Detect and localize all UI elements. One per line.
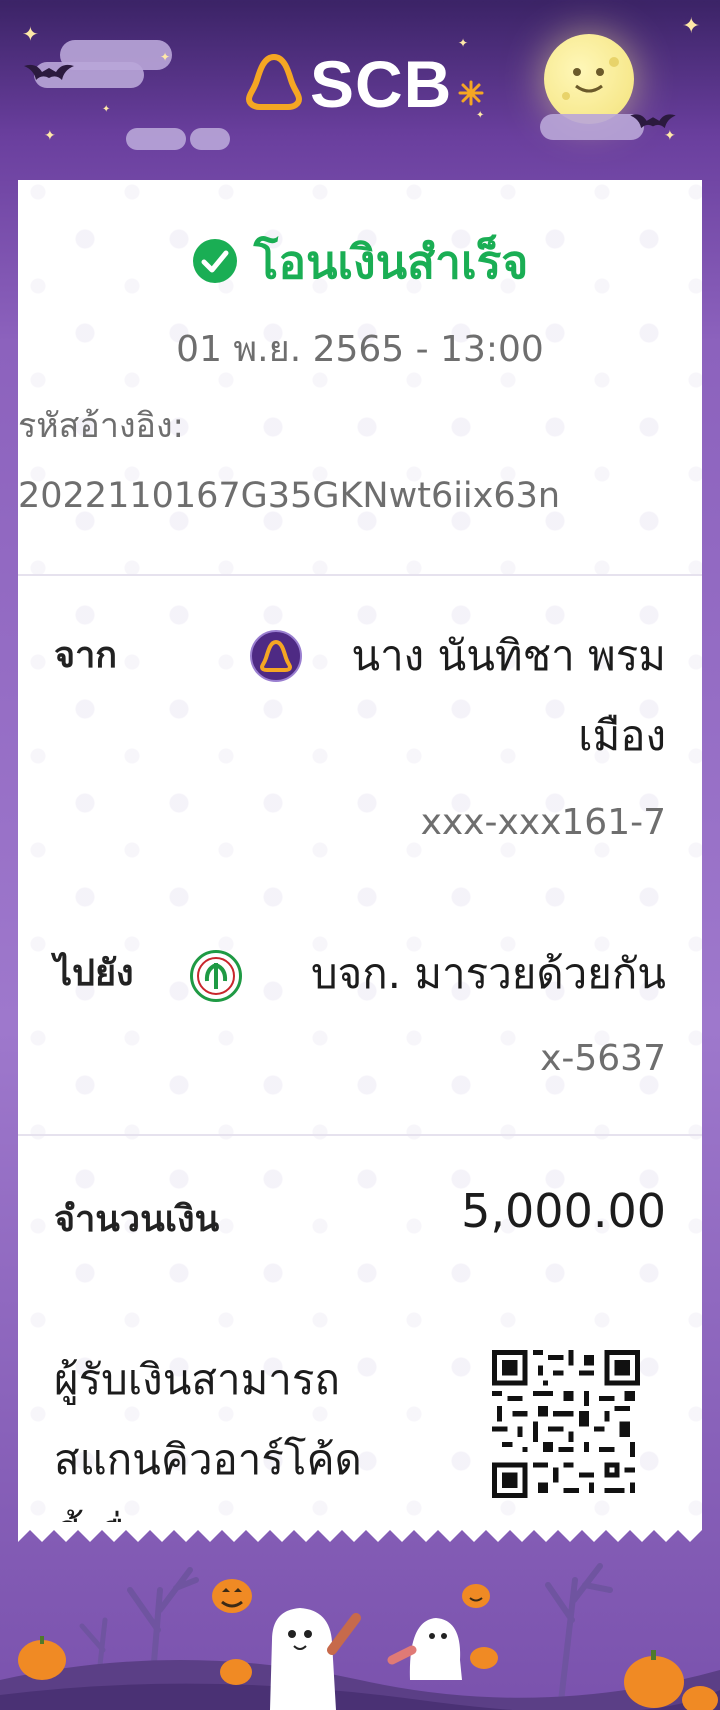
divider <box>18 1134 702 1136</box>
scb-logo-icon <box>245 53 303 114</box>
divider <box>18 574 702 576</box>
status-text: โอนเงินสำเร็จ <box>253 235 529 289</box>
receipt-card: โอนเงินสำเร็จ 01 พ.ย. 2565 - 13:00 รหัสอ… <box>18 180 702 1530</box>
star-icon: ✦ <box>664 128 676 144</box>
pumpkin-icon <box>624 1650 684 1708</box>
halloween-illustration <box>0 1563 720 1710</box>
cloud-icon <box>190 128 230 150</box>
recipient: บจก. มารวยด้วยกัน <box>311 934 666 1014</box>
scb-logo: SCB <box>245 46 484 122</box>
header-banner: ✦ ✦ ✦ ✦ ✦ ✦ ✦ ✦ SCB <box>0 0 720 180</box>
sender: นาง นันทิชา พรม เมือง <box>351 616 666 776</box>
to-label: ไปยัง <box>54 953 134 994</box>
pumpkin-icon <box>220 1659 252 1685</box>
pumpkin-icon <box>212 1579 252 1613</box>
amount-label: จำนวนเงิน <box>54 1199 220 1240</box>
reference-number: 2022110167G35GKNwt6iix63n <box>18 476 561 516</box>
qr-instruction: ผู้รับเงินสามารถ สแกนคิวอาร์โค้ด นี้เพื่… <box>54 1340 414 1530</box>
sender-name-line1: นาง นันทิชา พรม <box>351 631 666 680</box>
scb-bank-icon <box>250 630 302 682</box>
qr-code-icon[interactable] <box>492 1350 640 1498</box>
ghost-icon <box>387 1618 462 1680</box>
check-circle-icon <box>192 238 238 288</box>
qr-instruction-line2: สแกนคิวอาร์โค้ด <box>54 1435 362 1484</box>
star-icon: ✦ <box>102 104 111 115</box>
reference-label: รหัสอ้างอิง: <box>18 406 185 446</box>
recipient-name: บจก. มารวยด้วยกัน <box>310 949 666 998</box>
transaction-datetime: 01 พ.ย. 2565 - 13:00 <box>176 329 544 370</box>
qr-instruction-line1: ผู้รับเงินสามารถ <box>54 1355 340 1404</box>
halloween-scene <box>0 1530 720 1710</box>
recipient-account: x-5637 <box>540 1038 666 1079</box>
brand-name: SCB <box>310 47 453 121</box>
sender-name-line2: เมือง <box>578 711 666 760</box>
star-icon: ✦ <box>22 22 39 46</box>
kbank-icon <box>190 950 242 1002</box>
sparkle-icon <box>458 80 484 110</box>
bat-icon <box>24 60 74 86</box>
pumpkin-icon <box>470 1647 498 1669</box>
sender-account: xxx-xxx161-7 <box>420 802 666 843</box>
moon-icon <box>544 34 634 124</box>
transfer-status: โอนเงินสำเร็จ <box>18 226 702 299</box>
pumpkin-icon <box>18 1636 66 1680</box>
star-icon: ✦ <box>682 14 701 39</box>
amount-value: 5,000.00 <box>461 1184 666 1238</box>
from-label: จาก <box>54 635 118 676</box>
cloud-icon <box>126 128 186 150</box>
pumpkin-icon <box>462 1584 490 1608</box>
star-icon: ✦ <box>44 128 56 144</box>
star-icon: ✦ <box>160 50 171 64</box>
cloud-icon <box>540 114 644 140</box>
